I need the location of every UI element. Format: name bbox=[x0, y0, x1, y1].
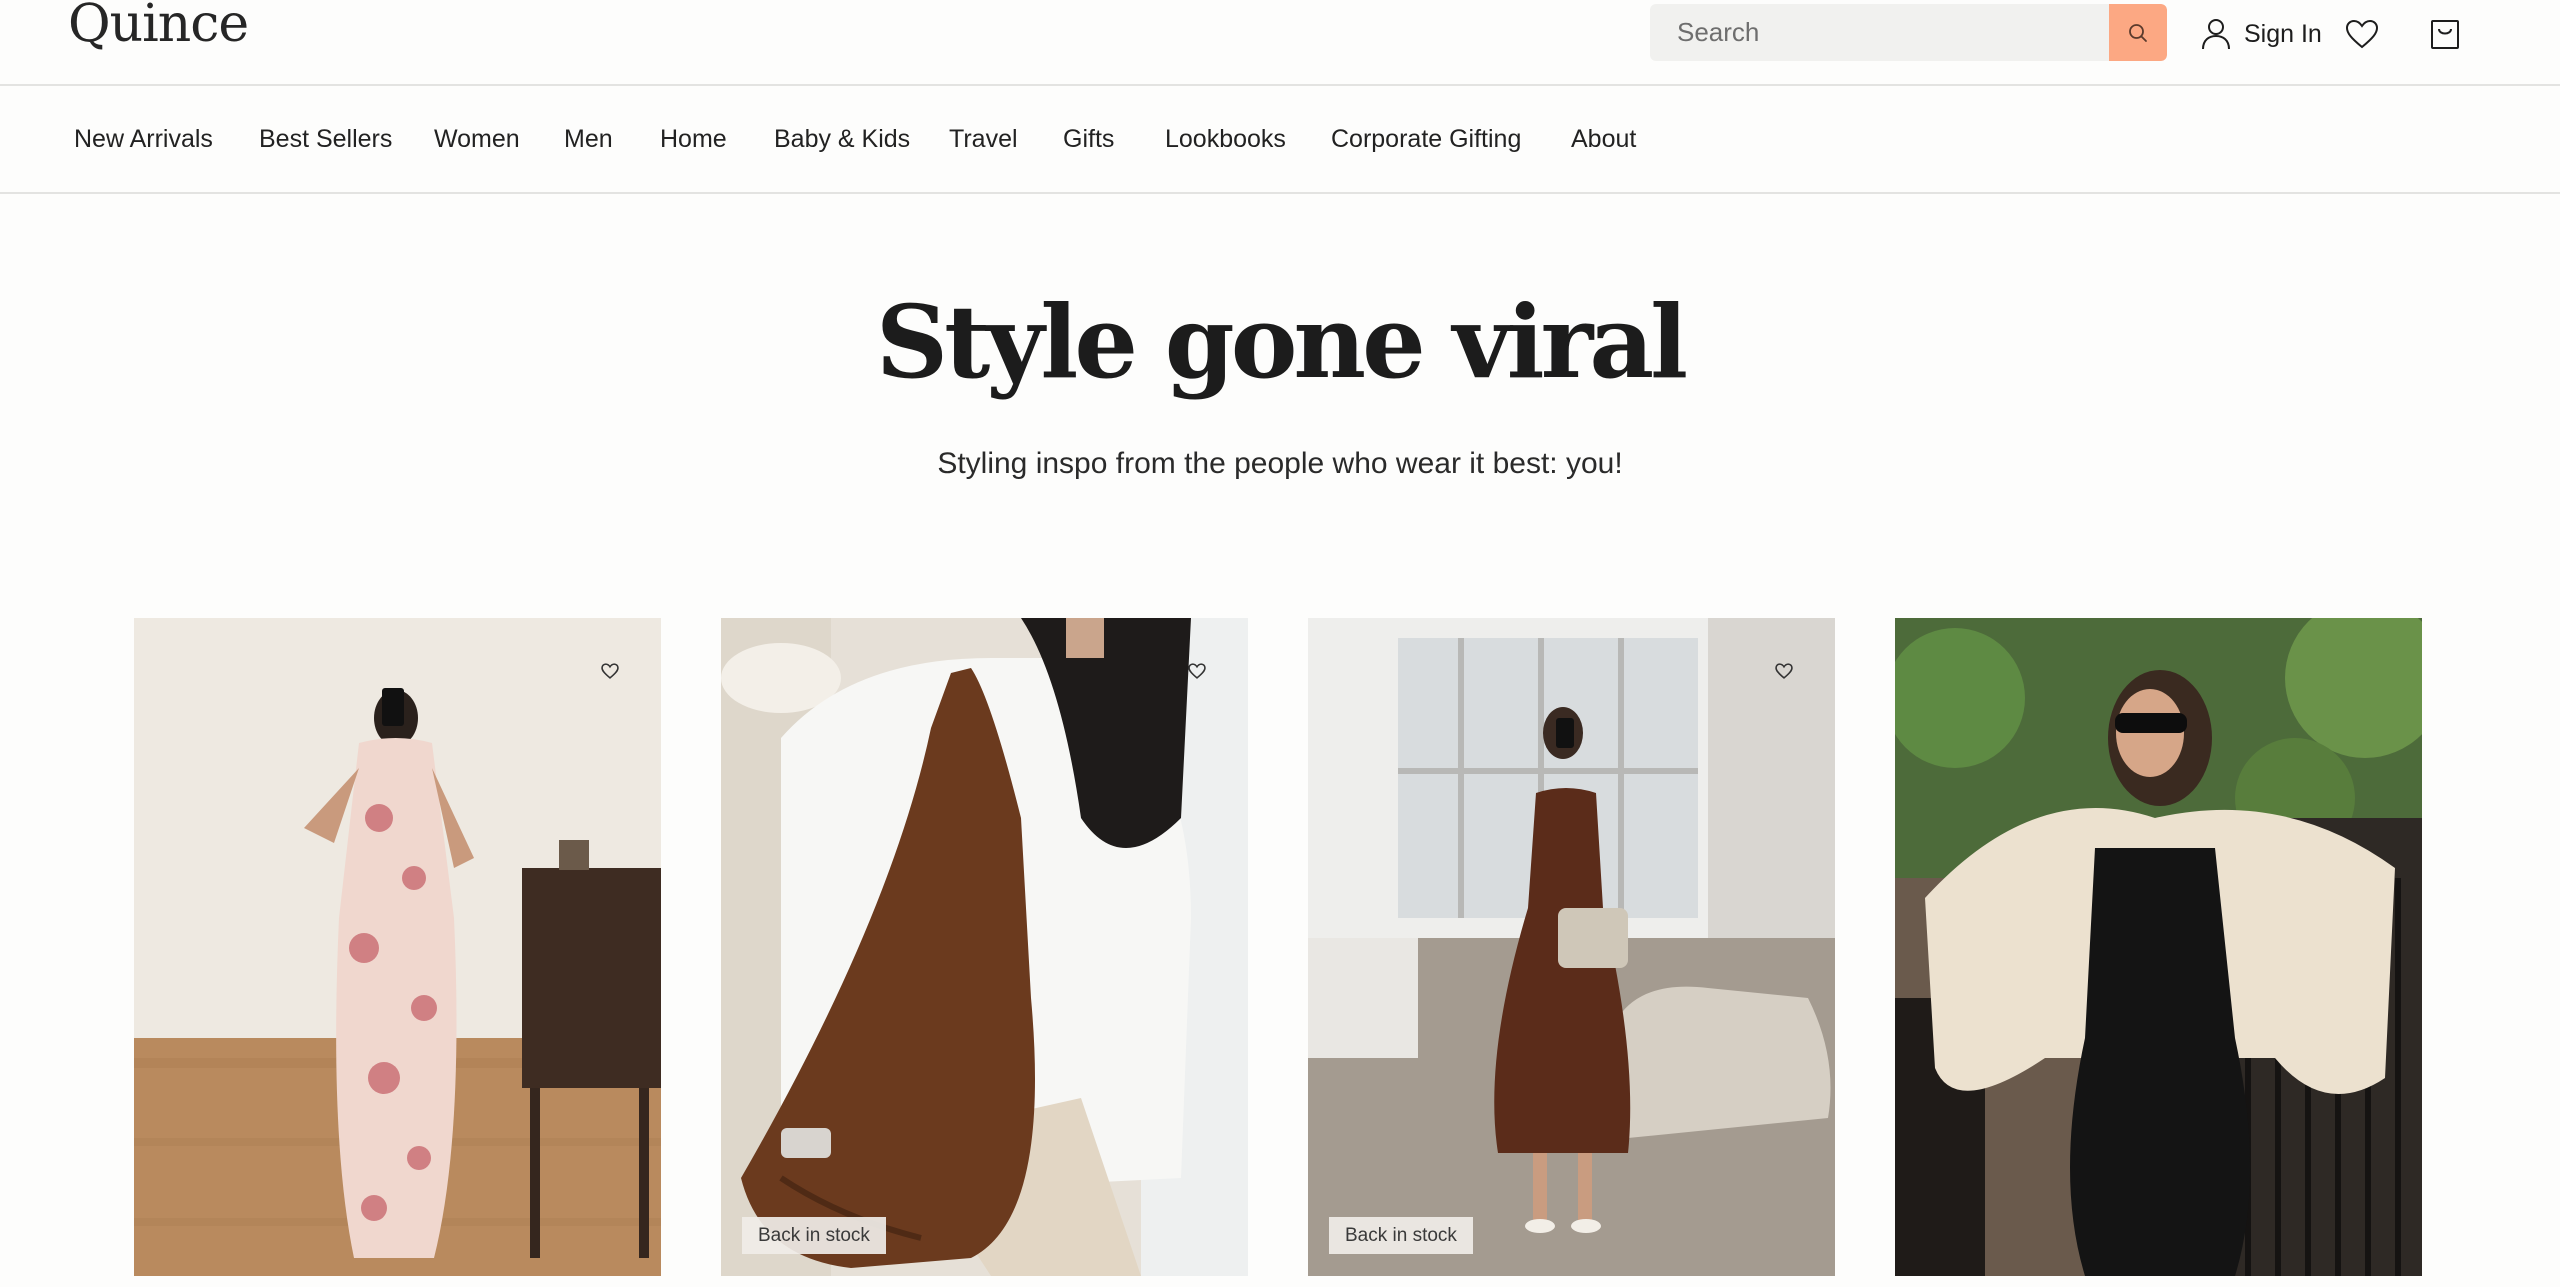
sign-in-label: Sign In bbox=[2244, 19, 2322, 48]
cart-button[interactable] bbox=[2425, 14, 2465, 54]
search-input[interactable] bbox=[1650, 4, 2110, 61]
nav-item-lookbooks[interactable]: Lookbooks bbox=[1165, 125, 1286, 154]
nav-item-men[interactable]: Men bbox=[564, 125, 613, 154]
nav-item-about[interactable]: About bbox=[1571, 125, 1636, 154]
ugc-card[interactable]: Back in stock bbox=[721, 618, 1248, 1276]
favorite-button[interactable] bbox=[593, 654, 627, 688]
ugc-card[interactable] bbox=[134, 618, 661, 1276]
nav-item-best-sellers[interactable]: Best Sellers bbox=[259, 125, 392, 154]
ugc-photo bbox=[721, 618, 1248, 1276]
quince-logo[interactable]: Quince bbox=[68, 0, 249, 54]
nav-item-gifts[interactable]: Gifts bbox=[1063, 125, 1114, 154]
heart-icon bbox=[1775, 663, 1793, 679]
search-icon bbox=[2129, 23, 2147, 42]
nav-item-new-arrivals[interactable]: New Arrivals bbox=[74, 125, 213, 154]
favorite-button[interactable] bbox=[1180, 654, 1214, 688]
user-icon bbox=[2202, 19, 2230, 50]
sign-in-button[interactable]: Sign In bbox=[2200, 14, 2322, 54]
shopping-bag-icon bbox=[2431, 20, 2459, 49]
nav-item-women[interactable]: Women bbox=[434, 125, 520, 154]
heart-icon bbox=[601, 663, 619, 679]
page-subtitle: Styling inspo from the people who wear i… bbox=[937, 447, 1623, 480]
top-header: Quince Sign In bbox=[0, 0, 2560, 86]
ugc-photo bbox=[134, 618, 661, 1276]
page-title: Style gone viral bbox=[875, 283, 1688, 401]
search-button[interactable] bbox=[2109, 4, 2167, 61]
nav-item-travel[interactable]: Travel bbox=[949, 125, 1018, 154]
nav-item-corporate-gifting[interactable]: Corporate Gifting bbox=[1331, 125, 1521, 154]
heart-icon bbox=[2345, 19, 2379, 49]
heart-icon bbox=[1188, 663, 1206, 679]
nav-item-baby-kids[interactable]: Baby & Kids bbox=[774, 125, 910, 154]
search-bar bbox=[1650, 4, 2167, 61]
wishlist-button[interactable] bbox=[2342, 14, 2382, 54]
favorite-button[interactable] bbox=[1767, 654, 1801, 688]
nav-item-home[interactable]: Home bbox=[660, 125, 727, 154]
back-in-stock-badge: Back in stock bbox=[742, 1217, 886, 1254]
ugc-card[interactable] bbox=[1895, 618, 2422, 1276]
main-nav: New Arrivals Best Sellers Women Men Home… bbox=[0, 88, 2560, 194]
ugc-photo bbox=[1895, 618, 2422, 1276]
ugc-card[interactable]: Back in stock bbox=[1308, 618, 1835, 1276]
ugc-photo bbox=[1308, 618, 1835, 1276]
back-in-stock-badge: Back in stock bbox=[1329, 1217, 1473, 1254]
